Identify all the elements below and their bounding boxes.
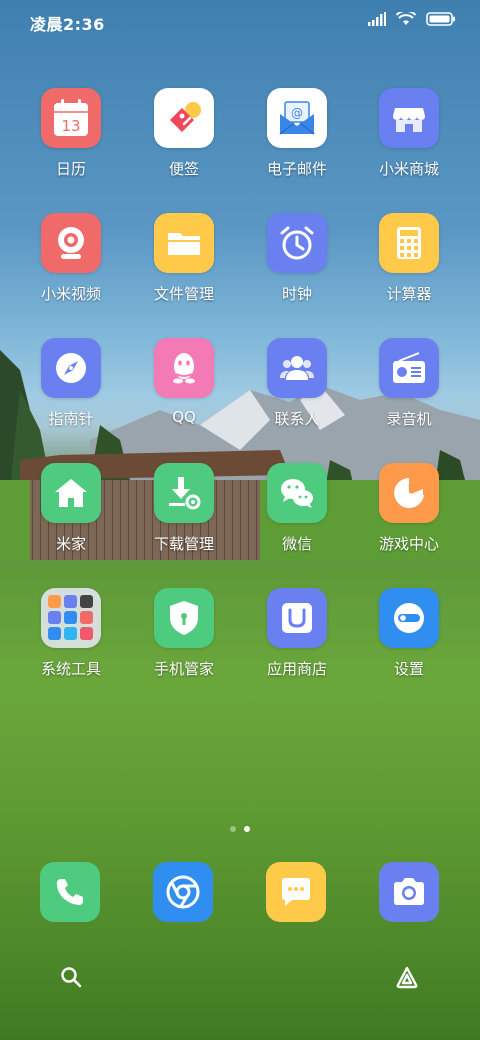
app-label: 时钟 [281, 285, 312, 303]
app-mi-video[interactable]: 小米视频 [16, 213, 126, 304]
app-contacts[interactable]: 联系人 [242, 338, 352, 429]
app-download-manager[interactable]: 下载管理 [129, 463, 239, 554]
status-bar: 凌晨2:36 [0, 0, 480, 44]
radio-icon [379, 338, 439, 398]
wechat-icon [267, 463, 327, 523]
status-time: 凌晨2:36 [30, 15, 105, 34]
app-app-store[interactable]: 应用商店 [242, 588, 352, 679]
app-mi-home[interactable]: 米家 [16, 463, 126, 554]
app-label: 小米商城 [378, 160, 439, 178]
app-email[interactable]: @ 电子邮件 [242, 88, 352, 179]
app-settings[interactable]: 设置 [354, 588, 464, 679]
app-label: 联系人 [274, 410, 320, 428]
svg-text:@: @ [291, 106, 303, 120]
app-label: QQ [172, 408, 196, 426]
camera-icon [394, 878, 424, 905]
calendar-icon: 13 [41, 88, 101, 148]
app-label: 便签 [168, 160, 199, 178]
app-system-tools-folder[interactable]: 系统工具 [16, 588, 126, 679]
page-dot[interactable] [230, 826, 236, 832]
app-label: 下载管理 [153, 535, 214, 553]
dock-camera[interactable] [379, 862, 439, 922]
app-wechat[interactable]: 微信 [242, 463, 352, 554]
app-label: 应用商店 [266, 660, 327, 678]
app-label: 文件管理 [153, 285, 214, 303]
security-icon [154, 588, 214, 648]
home-icon [41, 463, 101, 523]
app-label: 微信 [281, 535, 312, 553]
app-label: 指南针 [48, 410, 94, 428]
app-game-center[interactable]: 游戏中心 [354, 463, 464, 554]
game-icon [379, 463, 439, 523]
signal-icon [368, 12, 386, 26]
app-compass[interactable]: 指南针 [16, 338, 126, 429]
app-label: 日历 [55, 160, 86, 178]
folder-grid-icon [41, 588, 101, 648]
app-security[interactable]: 手机管家 [129, 588, 239, 679]
assistant-icon[interactable] [394, 965, 420, 989]
page-dot-active[interactable] [244, 826, 250, 832]
notes-icon [154, 88, 214, 148]
download-icon [154, 463, 214, 523]
home-screen: 凌晨2:36 13 日历 便签 @ 电子邮件 小米商城 小米视频 文件管理 时钟… [0, 0, 480, 1040]
page-indicator [0, 826, 480, 832]
app-notes[interactable]: 便签 [129, 88, 239, 179]
app-label: 小米视频 [40, 285, 101, 303]
battery-icon [426, 12, 455, 26]
app-label: 游戏中心 [378, 535, 439, 553]
app-mi-store[interactable]: 小米商城 [354, 88, 464, 179]
email-icon: @ [267, 88, 327, 148]
qq-icon [154, 338, 214, 398]
app-store-icon [267, 588, 327, 648]
app-clock[interactable]: 时钟 [242, 213, 352, 304]
compass-icon [41, 338, 101, 398]
store-icon [379, 88, 439, 148]
app-label: 米家 [55, 535, 86, 553]
wifi-icon [396, 12, 416, 25]
app-label: 电子邮件 [266, 160, 327, 178]
app-label: 录音机 [386, 410, 432, 428]
phone-icon [56, 879, 83, 905]
app-recorder[interactable]: 录音机 [354, 338, 464, 429]
app-calculator[interactable]: 计算器 [354, 213, 464, 304]
contacts-icon [267, 338, 327, 398]
clock-icon [267, 213, 327, 273]
app-label: 计算器 [386, 285, 432, 303]
dock-browser[interactable] [153, 862, 213, 922]
calendar-day: 13 [61, 117, 80, 135]
video-icon [41, 213, 101, 273]
folder-icon [154, 213, 214, 273]
dock-phone[interactable] [40, 862, 100, 922]
browser-icon [166, 875, 200, 909]
app-file-manager[interactable]: 文件管理 [129, 213, 239, 304]
search-icon[interactable] [60, 966, 82, 988]
bottom-search-bar [60, 960, 420, 994]
dock-messages[interactable] [266, 862, 326, 922]
app-calendar[interactable]: 13 日历 [16, 88, 126, 179]
settings-icon [379, 588, 439, 648]
app-label: 手机管家 [153, 660, 214, 678]
app-label: 设置 [393, 660, 424, 678]
messages-icon [282, 878, 310, 906]
app-label: 系统工具 [40, 660, 101, 678]
calculator-icon [379, 213, 439, 273]
app-qq[interactable]: QQ [129, 338, 239, 426]
